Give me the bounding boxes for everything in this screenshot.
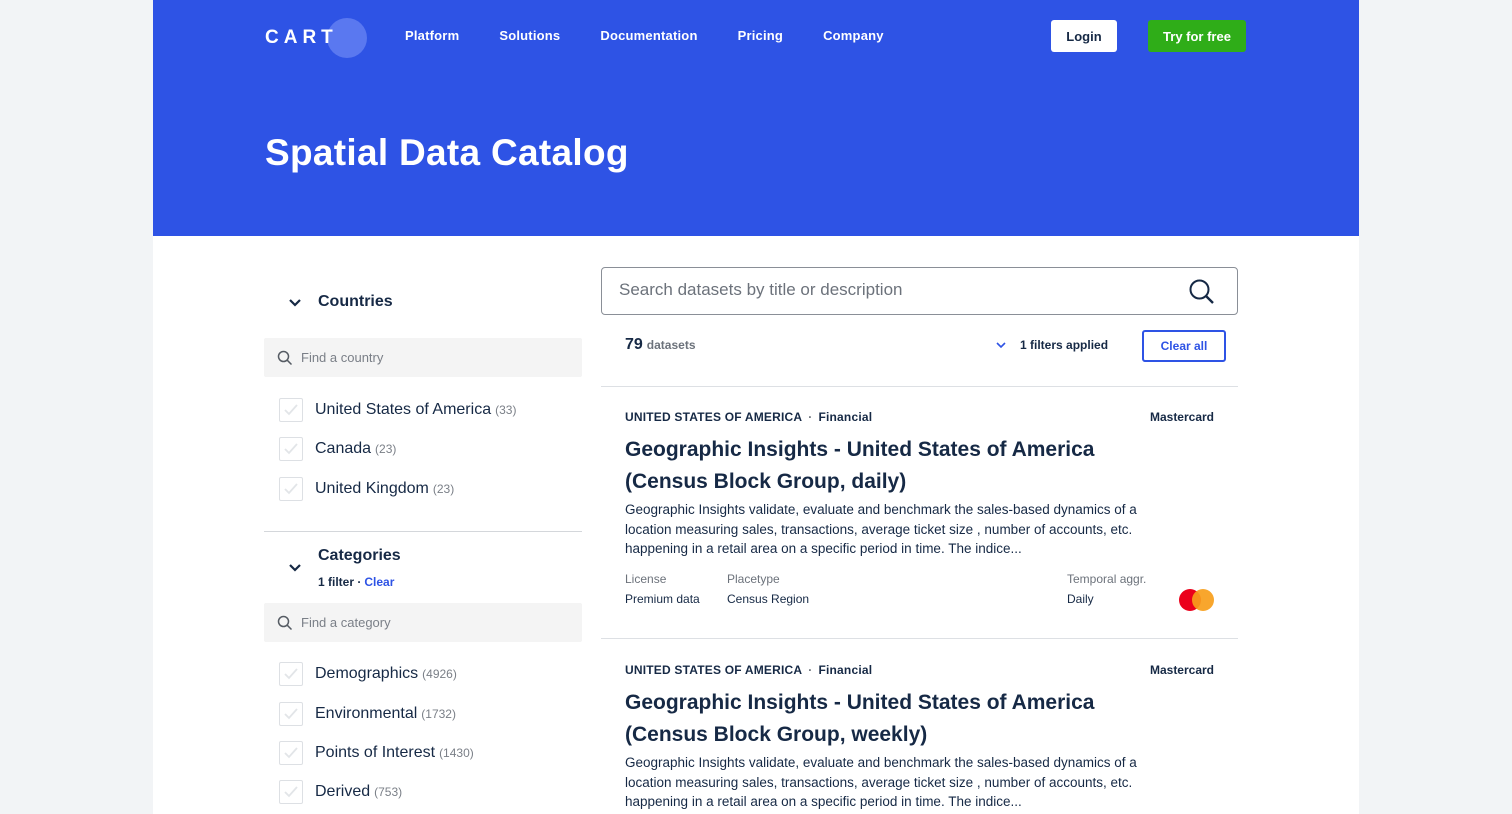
meta-value: Daily (1067, 592, 1094, 606)
option-count: (1430) (439, 746, 474, 760)
option-label: United Kingdom (315, 480, 429, 497)
dataset-country-category: UNITED STATES OF AMERICA · Financial (625, 410, 873, 424)
checkbox[interactable] (279, 398, 303, 422)
country-option-usa[interactable]: United States of America (33) (279, 398, 516, 422)
filters-applied-toggle[interactable]: 1 filters applied (996, 338, 1108, 352)
country-option-uk[interactable]: United Kingdom (23) (279, 477, 454, 501)
nav-pricing[interactable]: Pricing (738, 28, 783, 43)
card-divider (601, 638, 1238, 639)
checkbox[interactable] (279, 477, 303, 501)
clear-all-button[interactable]: Clear all (1142, 330, 1226, 362)
category-option-demographics[interactable]: Demographics (4926) (279, 662, 457, 686)
dataset-license: License Premium data (625, 572, 700, 606)
option-label: Derived (315, 783, 371, 800)
dataset-count-number: 79 (625, 336, 643, 353)
dataset-search-input[interactable] (619, 280, 1179, 300)
search-icon[interactable] (1188, 278, 1216, 306)
dataset-category: Financial (818, 410, 873, 424)
nav-company[interactable]: Company (823, 28, 884, 43)
option-count: (23) (432, 482, 455, 496)
hero-header: CART Platform Solutions Documentation Pr… (153, 0, 1359, 236)
dataset-card[interactable]: UNITED STATES OF AMERICA · Financial Maste… (601, 410, 1238, 638)
dataset-placetype: Placetype Census Region (727, 572, 809, 606)
option-label: Environmental (315, 705, 418, 722)
carto-logo[interactable]: CART (265, 18, 367, 58)
checkbox[interactable] (279, 741, 303, 765)
dataset-country: UNITED STATES OF AMERICA (625, 410, 803, 424)
category-search-placeholder: Find a category (301, 615, 391, 630)
dataset-description: Geographic Insights validate, evaluate a… (625, 755, 1137, 809)
check-icon (284, 786, 298, 798)
mastercard-logo-icon (1179, 589, 1215, 611)
meta-key: Temporal aggr. (1067, 572, 1147, 586)
chevron-down-icon (996, 341, 1006, 348)
dataset-title[interactable]: Geographic Insights - United States of A… (625, 687, 1145, 751)
dataset-title[interactable]: Geographic Insights - United States of A… (625, 434, 1145, 498)
nav-solutions[interactable]: Solutions (499, 28, 560, 43)
dataset-card[interactable]: UNITED STATES OF AMERICA · Financial Maste… (601, 663, 1238, 814)
option-label: Demographics (315, 665, 419, 682)
logo-text: CART (265, 27, 338, 48)
dataset-description: Geographic Insights validate, evaluate a… (625, 502, 1137, 556)
try-for-free-button[interactable]: Try for free (1148, 20, 1246, 52)
meta-key: License (625, 572, 667, 586)
check-icon (284, 668, 298, 680)
dataset-country-category: UNITED STATES OF AMERICA · Financial (625, 663, 873, 677)
category-option-derived[interactable]: Derived (753) (279, 780, 402, 804)
option-count: (4926) (422, 667, 457, 681)
clear-categories-link[interactable]: Clear (364, 575, 394, 589)
page-title: Spatial Data Catalog (265, 132, 629, 173)
login-button[interactable]: Login (1051, 20, 1117, 52)
meta-value: Census Region (727, 592, 810, 606)
country-option-canada[interactable]: Canada (23) (279, 437, 396, 461)
option-count: (33) (495, 403, 517, 417)
option-label: Points of Interest (315, 744, 436, 761)
checkbox[interactable] (279, 702, 303, 726)
filters-applied-text: 1 filters applied (1020, 338, 1109, 352)
categories-filter-status: 1 filter · Clear (318, 575, 394, 589)
check-icon (284, 708, 298, 720)
check-icon (284, 404, 298, 416)
countries-chevron-down-icon[interactable] (288, 296, 302, 310)
category-search-input[interactable]: Find a category (264, 603, 582, 642)
dataset-provider: Mastercard (1149, 410, 1214, 424)
checkbox[interactable] (279, 780, 303, 804)
category-option-environmental[interactable]: Environmental (1732) (279, 702, 456, 726)
search-icon (277, 615, 293, 631)
category-option-points-of-interest[interactable]: Points of Interest (1430) (279, 741, 474, 765)
country-search-input[interactable]: Find a country (264, 338, 582, 377)
dataset-temporal-aggregation: Temporal aggr. Daily (1067, 572, 1146, 606)
filter-count-text: 1 filter · (318, 575, 362, 589)
option-label: United States of America (315, 401, 492, 418)
categories-chevron-down-icon[interactable] (288, 561, 302, 575)
sidebar-divider (264, 531, 582, 532)
meta-value: Premium data (625, 592, 700, 606)
countries-filter-title[interactable]: Countries (318, 293, 393, 311)
dataset-count-label: datasets (646, 338, 696, 352)
checkbox[interactable] (279, 662, 303, 686)
country-search-placeholder: Find a country (301, 350, 384, 365)
nav-documentation[interactable]: Documentation (600, 28, 697, 43)
dataset-search-bar[interactable] (601, 267, 1238, 315)
results-divider (601, 386, 1238, 387)
checkbox[interactable] (279, 437, 303, 461)
option-label: Canada (315, 440, 372, 457)
check-icon (284, 443, 298, 455)
option-count: (753) (374, 785, 403, 799)
nav-platform[interactable]: Platform (405, 28, 459, 43)
option-count: (23) (375, 442, 397, 456)
main-nav: Platform Solutions Documentation Pricing… (405, 28, 924, 43)
dataset-count: 79 datasets (625, 336, 696, 354)
check-icon (284, 483, 298, 495)
check-icon (284, 747, 298, 759)
dataset-provider: Mastercard (1149, 663, 1214, 677)
page: CART Platform Solutions Documentation Pr… (153, 0, 1359, 814)
option-count: (1732) (421, 707, 456, 721)
dataset-country: UNITED STATES OF AMERICA (625, 663, 803, 677)
categories-filter-title[interactable]: Categories (318, 547, 401, 565)
search-icon (277, 350, 293, 366)
dataset-category: Financial (818, 663, 873, 677)
meta-key: Placetype (727, 572, 780, 586)
